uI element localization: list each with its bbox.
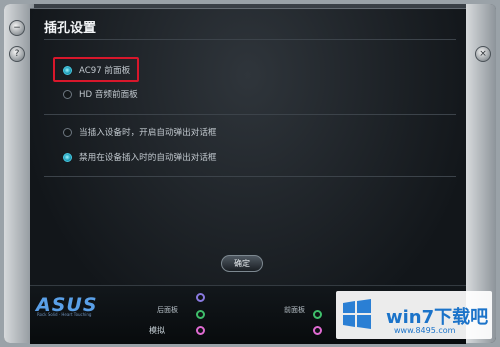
back-jack-pink-icon[interactable] <box>196 326 205 335</box>
ac97-radio[interactable] <box>63 66 72 75</box>
section-divider <box>44 114 456 115</box>
watermark-url: www.8495.com <box>394 326 456 335</box>
close-button[interactable]: × <box>475 46 491 62</box>
hd-audio-radio[interactable] <box>63 90 72 99</box>
help-button[interactable]: ? <box>9 46 25 62</box>
front-panel-label: 前面板 <box>284 306 305 314</box>
analog-label: 模拟 <box>149 326 165 335</box>
ok-button[interactable]: 确定 <box>221 255 263 272</box>
ac97-label[interactable]: AC97 前面板 <box>79 64 130 76</box>
disable-popup-radio[interactable] <box>63 153 72 162</box>
minus-icon: − <box>13 23 21 33</box>
back-panel-label: 后面板 <box>157 306 178 314</box>
minimize-button[interactable]: − <box>9 20 25 36</box>
page-title: 插孔设置 <box>44 21 97 36</box>
front-jack-green-icon[interactable] <box>313 310 322 319</box>
windows-flag-icon <box>343 299 371 329</box>
enable-popup-label[interactable]: 当插入设备时，开启自动弹出对话框 <box>79 126 217 138</box>
disable-popup-label[interactable]: 禁用在设备插入时的自动弹出对话框 <box>79 151 217 163</box>
enable-popup-radio[interactable] <box>63 128 72 137</box>
close-icon: × <box>479 49 487 59</box>
options-divider <box>44 176 456 177</box>
asus-tagline: Rock Solid · Heart Touching <box>37 312 92 317</box>
front-jack-pink-icon[interactable] <box>313 326 322 335</box>
title-divider <box>44 39 456 40</box>
question-icon: ? <box>14 49 20 59</box>
back-jack-blue-icon[interactable] <box>196 293 205 302</box>
back-jack-green-icon[interactable] <box>196 310 205 319</box>
hd-audio-label[interactable]: HD 音频前面板 <box>79 88 138 100</box>
